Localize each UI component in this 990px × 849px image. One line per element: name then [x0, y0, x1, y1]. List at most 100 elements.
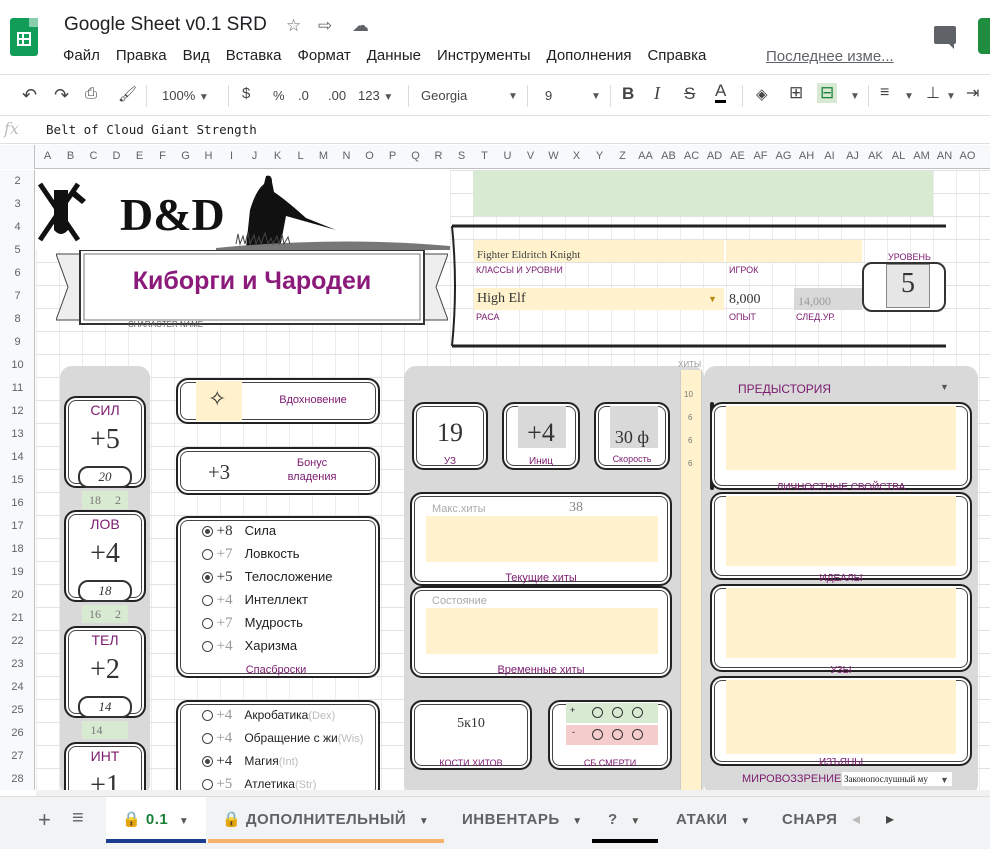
font-size-select[interactable]: 9	[545, 88, 552, 103]
column-header[interactable]: M	[312, 150, 335, 162]
column-header[interactable]: AD	[703, 150, 726, 162]
column-header[interactable]: G	[174, 150, 197, 162]
ability-score[interactable]: 14	[78, 696, 132, 718]
flaws-field[interactable]	[726, 680, 956, 754]
current-hp-field[interactable]	[426, 516, 658, 562]
tab-question[interactable]: ? ▼	[592, 797, 658, 843]
formula-input[interactable]: Belt of Cloud Giant Strength	[46, 122, 257, 137]
hit-dice-value[interactable]: 5к10	[410, 716, 532, 732]
row-header[interactable]: 7	[0, 290, 35, 302]
saving-throw-row[interactable]: +8 Сила	[202, 520, 276, 542]
row-header[interactable]: 18	[0, 543, 35, 555]
menu-insert[interactable]: Вставка	[226, 47, 282, 64]
class-value[interactable]: Fighter Eldritch Knight	[477, 249, 580, 261]
align-dropdown-icon[interactable]: ▼	[904, 91, 914, 102]
row-header[interactable]: 22	[0, 635, 35, 647]
star-icon[interactable]: ☆	[286, 16, 301, 36]
proficiency-radio[interactable]	[202, 641, 213, 653]
traits-field[interactable]	[726, 406, 956, 470]
decrease-decimal-button[interactable]: .0	[298, 88, 309, 103]
column-header[interactable]: W	[542, 150, 565, 162]
ideals-field[interactable]	[726, 496, 956, 566]
column-header[interactable]: F	[151, 150, 174, 162]
row-header[interactable]: 28	[0, 773, 35, 785]
document-title[interactable]: Google Sheet v0.1 SRD	[64, 14, 267, 36]
column-header[interactable]: P	[381, 150, 404, 162]
character-name[interactable]: Киборги и Чародеи	[56, 267, 448, 296]
row-header[interactable]: 25	[0, 704, 35, 716]
scroll-tabs-left-icon[interactable]: ◂	[852, 809, 860, 829]
row-header[interactable]: 17	[0, 520, 35, 532]
column-header[interactable]: AF	[749, 150, 772, 162]
ability-score[interactable]: 18	[78, 580, 132, 602]
level-value[interactable]: 5	[886, 268, 930, 300]
column-header[interactable]: J	[243, 150, 266, 162]
menu-edit[interactable]: Правка	[116, 47, 167, 64]
column-header[interactable]: Y	[588, 150, 611, 162]
paint-format-icon[interactable]: 🖌	[118, 85, 137, 103]
proficiency-value[interactable]: +3	[186, 460, 252, 485]
temp-hp-field[interactable]	[426, 608, 658, 654]
add-sheet-icon[interactable]: +	[38, 807, 51, 833]
inspiration-star-icon[interactable]: ✧	[208, 386, 226, 412]
undo-icon[interactable]: ↶	[22, 85, 37, 106]
proficiency-radio[interactable]	[202, 733, 213, 745]
ability-extra-row[interactable]: 16 2	[82, 605, 128, 623]
column-header[interactable]: L	[289, 150, 312, 162]
tab-0-1[interactable]: 🔒 0.1 ▼	[106, 797, 206, 843]
menu-addons[interactable]: Дополнения	[547, 47, 632, 64]
column-header[interactable]: E	[128, 150, 151, 162]
column-header[interactable]: D	[105, 150, 128, 162]
row-header[interactable]: 12	[0, 405, 35, 417]
column-header[interactable]: AE	[726, 150, 749, 162]
column-header[interactable]: T	[473, 150, 496, 162]
last-edit-link[interactable]: Последнее изме...	[766, 48, 894, 65]
column-header[interactable]: I	[220, 150, 243, 162]
column-header[interactable]: B	[59, 150, 82, 162]
race-value[interactable]: High Elf	[477, 291, 526, 307]
death-fail-circles[interactable]	[592, 729, 662, 740]
proficiency-radio[interactable]	[202, 595, 213, 607]
font-select[interactable]: Georgia	[421, 88, 467, 103]
row-header[interactable]: 26	[0, 727, 35, 739]
proficiency-radio[interactable]	[202, 756, 213, 768]
tab-dropdown-icon[interactable]: ▼	[630, 816, 640, 827]
row-header[interactable]: 24	[0, 681, 35, 693]
column-header[interactable]: AO	[956, 150, 979, 162]
column-header[interactable]: AL	[887, 150, 910, 162]
currency-button[interactable]: $	[242, 85, 250, 102]
xp-value[interactable]: 8,000	[729, 292, 761, 308]
saving-throw-row[interactable]: +7 Ловкость	[202, 543, 300, 565]
row-header[interactable]: 3	[0, 198, 35, 210]
merge-dropdown-icon[interactable]: ▼	[850, 91, 860, 102]
ability-extra-row[interactable]: 18 2	[82, 491, 128, 509]
row-header[interactable]: 13	[0, 428, 35, 440]
menu-help[interactable]: Справка	[647, 47, 706, 64]
row-header[interactable]: 6	[0, 267, 35, 279]
ability-score[interactable]: 20	[78, 466, 132, 488]
share-button[interactable]	[978, 18, 990, 54]
borders-icon[interactable]: ⊞	[789, 83, 803, 103]
fill-color-icon[interactable]: ◈	[756, 85, 768, 103]
menu-format[interactable]: Формат	[297, 47, 350, 64]
background-dropdown-icon[interactable]: ▼	[940, 382, 949, 392]
saving-throw-row[interactable]: +4 Интеллект	[202, 589, 308, 611]
column-header[interactable]: H	[197, 150, 220, 162]
skill-row[interactable]: +4 Акробатика(Dex)	[202, 704, 335, 726]
column-header[interactable]: O	[358, 150, 381, 162]
font-size-dropdown-icon[interactable]: ▼	[591, 91, 601, 102]
race-dropdown-icon[interactable]: ▼	[708, 294, 717, 304]
print-icon[interactable]: ⎙	[85, 85, 97, 102]
zoom-select[interactable]: 100% ▼	[162, 88, 209, 103]
merge-cells-icon[interactable]: ⊟	[817, 83, 838, 103]
text-wrap-icon[interactable]: ⇥	[966, 83, 979, 103]
proficiency-radio[interactable]	[202, 572, 213, 584]
column-header[interactable]: AB	[657, 150, 680, 162]
scroll-tabs-right-icon[interactable]: ▸	[886, 809, 894, 829]
tab-dropdown-icon[interactable]: ▼	[740, 816, 750, 827]
column-header[interactable]: AH	[795, 150, 818, 162]
row-header[interactable]: 11	[0, 382, 35, 394]
column-header[interactable]: C	[82, 150, 105, 162]
menu-file[interactable]: Файл	[63, 47, 100, 64]
row-header[interactable]: 16	[0, 497, 35, 509]
